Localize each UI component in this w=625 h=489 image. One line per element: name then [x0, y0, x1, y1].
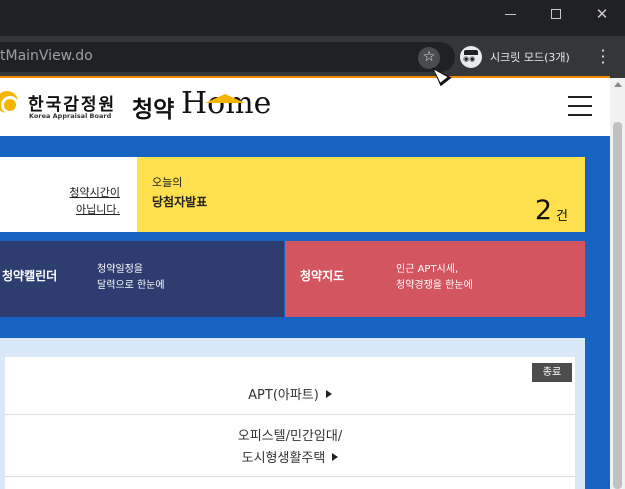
minimize-icon [504, 13, 516, 15]
browser-menu-icon[interactable]: · · · [596, 43, 610, 71]
arrow-right-icon [332, 453, 339, 461]
subscription-calendar-card[interactable]: 청약캘린더 청약일정을 달력으로 한눈에 [0, 241, 284, 317]
winner-label-today: 오늘의 [152, 176, 183, 189]
calendar-desc-line2: 달력으로 한눈에 [97, 280, 165, 291]
map-description: 인근 APT시세, 청약경쟁을 한눈에 [396, 262, 473, 294]
scrollbar-thumb[interactable] [613, 122, 622, 489]
brand-suffix[interactable]: Home [181, 86, 271, 121]
winner-label-title: 당첨자발표 [152, 195, 208, 209]
calendar-title: 청약캘린더 [2, 269, 58, 283]
scroll-up-arrow-icon[interactable] [614, 82, 622, 87]
kab-logo-icon[interactable] [0, 91, 19, 114]
map-title: 청약지도 [300, 269, 345, 283]
hamburger-menu-icon[interactable] [568, 96, 592, 116]
org-name-english: Korea Appraisal Board [29, 112, 112, 120]
minimize-button[interactable] [487, 0, 533, 28]
winner-count-unit: 건 [556, 209, 568, 224]
winner-count: 2 [534, 195, 552, 226]
list-item-next[interactable] [5, 477, 575, 489]
notice-text: 청약시간이 아닙니다. [69, 184, 120, 218]
brand-prefix[interactable]: 청약 [132, 90, 174, 124]
apt-label: APT(아파트) [248, 388, 319, 403]
url-text[interactable]: tMainView.do [0, 48, 93, 64]
officetel-label-line2: 도시형생활주택 [241, 451, 326, 466]
calendar-description: 청약일정을 달력으로 한눈에 [97, 262, 165, 294]
map-desc-line2: 청약경쟁을 한눈에 [396, 280, 473, 291]
subscription-map-card[interactable]: 청약지도 인근 APT시세, 청약경쟁을 한눈에 [285, 241, 585, 317]
web-page: 한국감정원 Korea Appraisal Board 청약 Home 청약시간… [0, 78, 610, 489]
incognito-indicator[interactable]: 시크릿 모드(3개) [456, 42, 580, 72]
window-titlebar: ✕ [0, 0, 625, 36]
notice-line1: 청약시간이 [69, 186, 120, 199]
housing-type-list: 종료 APT(아파트) 오피스텔/민간임대/ 도시형생활주택 [5, 357, 575, 489]
list-item-officetel[interactable]: 오피스텔/민간임대/ 도시형생활주택 [5, 415, 575, 477]
brand-roof-icon [205, 94, 245, 103]
arrow-right-icon [325, 390, 332, 398]
subscription-time-notice[interactable]: 청약시간이 아닙니다. [0, 157, 137, 232]
page-scrollbar[interactable] [610, 78, 625, 489]
close-icon: ✕ [595, 4, 609, 23]
housing-type-section: 종료 APT(아파트) 오피스텔/민간임대/ 도시형생활주택 [0, 338, 585, 489]
maximize-icon [551, 9, 561, 19]
calendar-desc-line1: 청약일정을 [97, 264, 143, 275]
officetel-label-line1: 오피스텔/민간임대/ [237, 429, 343, 444]
close-button[interactable]: ✕ [579, 0, 625, 28]
incognito-icon [460, 46, 482, 68]
incognito-label: 시크릿 모드(3개) [490, 51, 570, 64]
browser-toolbar: tMainView.do ☆ 시크릿 모드(3개) ··· [0, 36, 625, 78]
list-item-apt[interactable]: APT(아파트) [5, 379, 575, 415]
winner-announcement-card[interactable]: 오늘의 당첨자발표 2 건 [137, 157, 585, 232]
maximize-button[interactable] [533, 0, 579, 28]
site-header: 한국감정원 Korea Appraisal Board 청약 Home [0, 78, 610, 136]
address-bar[interactable]: tMainView.do ☆ [0, 42, 455, 72]
notice-line2: 아닙니다. [76, 203, 120, 216]
map-desc-line1: 인근 APT시세, [396, 264, 459, 275]
